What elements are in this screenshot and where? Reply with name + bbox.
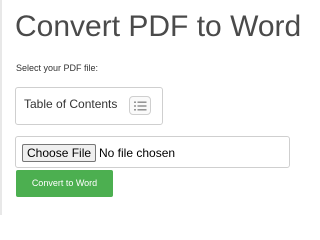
table-of-contents: Table of Contents	[15, 87, 163, 125]
file-select-prompt: Select your PDF file:	[16, 63, 99, 73]
file-input-field[interactable]: Choose File No file chosen	[15, 136, 290, 168]
choose-file-button[interactable]: Choose File	[22, 144, 97, 162]
page-title: Convert PDF to Word	[15, 10, 302, 43]
file-status-text: No file chosen	[99, 146, 176, 160]
left-divider	[0, 0, 2, 215]
page: Convert PDF to Word Select your PDF file…	[0, 0, 302, 215]
convert-to-word-button[interactable]: Convert to Word	[16, 170, 113, 197]
toc-toggle-button[interactable]	[129, 96, 151, 115]
toc-label: Table of Contents	[24, 97, 118, 111]
list-icon	[134, 101, 147, 111]
